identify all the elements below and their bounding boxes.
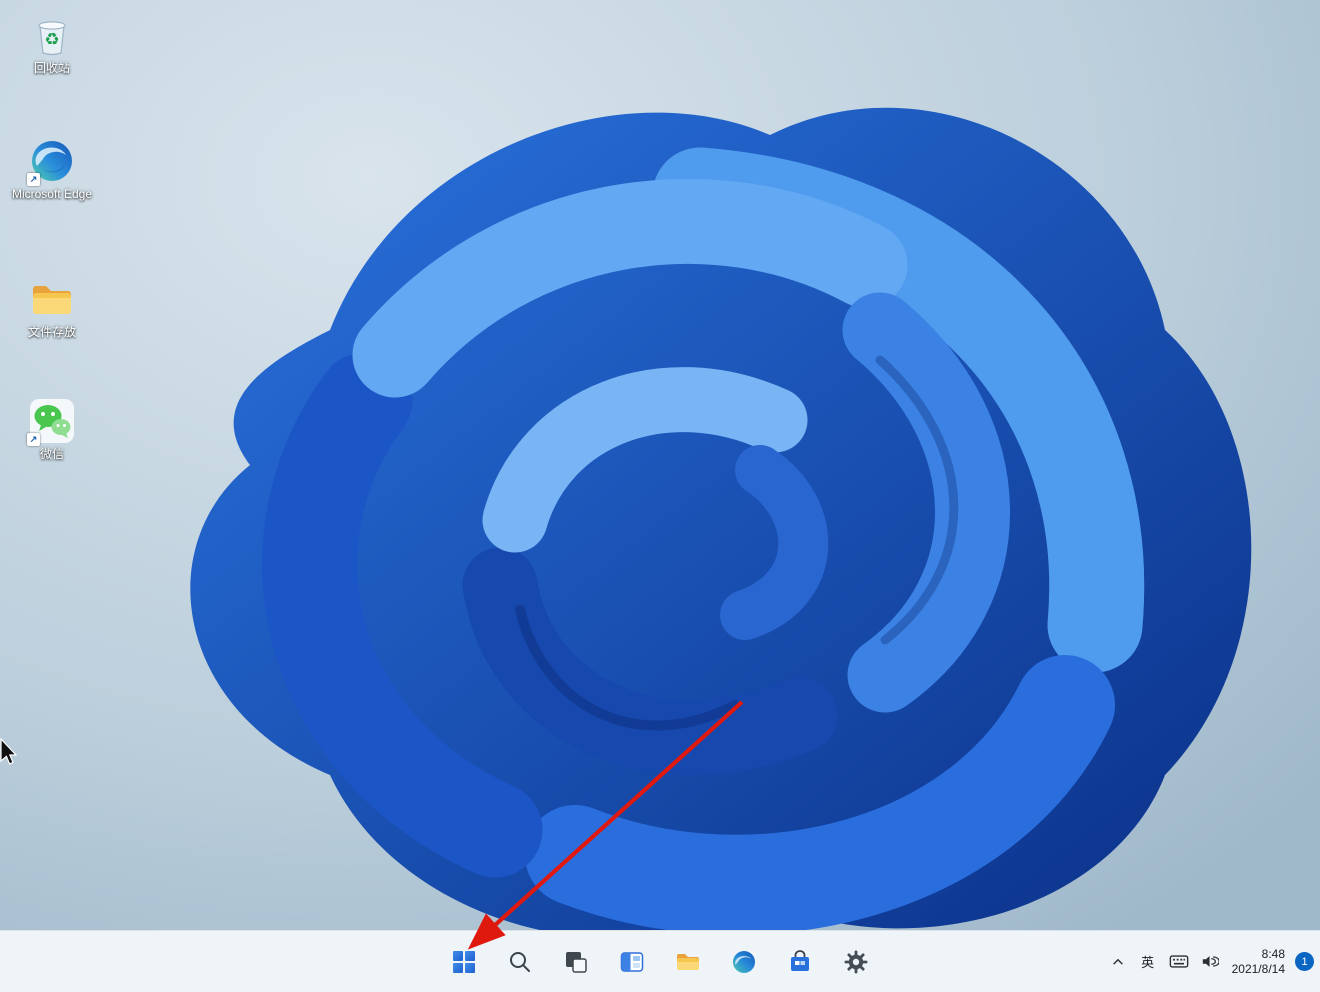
chevron-up-icon bbox=[1112, 958, 1123, 965]
taskbar-center-icons bbox=[442, 940, 878, 984]
store-icon bbox=[791, 949, 809, 971]
speaker-icon bbox=[1202, 956, 1219, 967]
start-button[interactable] bbox=[442, 940, 486, 984]
task-view-button[interactable] bbox=[554, 940, 598, 984]
volume-button[interactable] bbox=[1196, 942, 1224, 982]
recycle-bin-icon: ♻ bbox=[29, 12, 75, 58]
settings-gear-icon bbox=[844, 950, 868, 973]
search-button[interactable] bbox=[498, 940, 542, 984]
edge-icon: ↗ bbox=[27, 138, 75, 186]
shortcut-arrow-icon: ↗ bbox=[27, 173, 40, 186]
clock-time: 8:48 bbox=[1261, 946, 1285, 961]
desktop-icon-wechat[interactable]: ↗ 微信 bbox=[10, 398, 94, 461]
desktop-icon-label: 文件存放 bbox=[27, 325, 76, 339]
wechat-icon: ↗ bbox=[27, 398, 75, 446]
ime-label: 英 bbox=[1141, 955, 1155, 970]
edge-button[interactable] bbox=[722, 940, 766, 984]
notification-count: 1 bbox=[1301, 955, 1308, 968]
widgets-icon bbox=[620, 951, 644, 972]
desktop-icon-label: Microsoft Edge bbox=[11, 187, 93, 201]
desktop-icon-folder[interactable]: 文件存放 bbox=[10, 276, 94, 339]
desktop-icon-label: 微信 bbox=[39, 447, 64, 461]
clock[interactable]: 8:48 2021/8/14 bbox=[1226, 947, 1291, 977]
desktop-icon-recycle-bin[interactable]: ♻ 回收站 bbox=[10, 12, 94, 75]
store-button[interactable] bbox=[778, 940, 822, 984]
search-icon bbox=[510, 951, 530, 972]
taskbar: 英 8:48 2021/8/14 1 bbox=[0, 930, 1320, 992]
file-explorer-button[interactable] bbox=[666, 940, 710, 984]
svg-text:♻: ♻ bbox=[44, 30, 59, 49]
folder-icon bbox=[29, 276, 75, 322]
file-explorer-icon bbox=[677, 953, 699, 970]
edge-icon bbox=[733, 950, 755, 973]
wallpaper-bloom bbox=[0, 0, 1320, 992]
task-view-icon bbox=[566, 951, 587, 973]
desktop-icon-edge[interactable]: ↗ Microsoft Edge bbox=[10, 138, 94, 201]
clock-date: 2021/8/14 bbox=[1231, 961, 1285, 976]
widgets-button[interactable] bbox=[610, 940, 654, 984]
ime-indicator[interactable]: 英 bbox=[1134, 942, 1162, 982]
system-tray: 英 8:48 2021/8/14 1 bbox=[1104, 931, 1314, 992]
hidden-icons-chevron-button[interactable] bbox=[1104, 942, 1132, 982]
settings-button[interactable] bbox=[834, 940, 878, 984]
desktop-icon-label: 回收站 bbox=[33, 61, 70, 75]
shortcut-arrow-icon: ↗ bbox=[27, 433, 40, 446]
touch-keyboard-button[interactable] bbox=[1164, 942, 1194, 982]
notification-badge[interactable]: 1 bbox=[1295, 952, 1314, 971]
windows-logo-icon bbox=[453, 950, 475, 973]
touch-keyboard-icon bbox=[1169, 955, 1188, 968]
